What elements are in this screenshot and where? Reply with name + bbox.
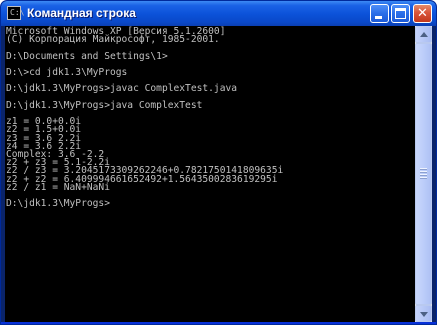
grip-line — [420, 177, 427, 179]
console-line: z2 / z1 = NaN+NaNi — [6, 181, 110, 193]
minimize-icon — [375, 16, 382, 19]
cmd-icon[interactable]: C:\ — [7, 6, 25, 20]
cmd-icon-glyph: C:\ — [10, 8, 25, 17]
minimize-button[interactable] — [370, 4, 389, 23]
console-area: Microsoft Windows XP [Версия 5.1.2600] (… — [5, 26, 432, 322]
maximize-button[interactable] — [391, 4, 410, 23]
console-output[interactable]: Microsoft Windows XP [Версия 5.1.2600] (… — [5, 26, 415, 322]
console-line: D:\Documents and Settings\1> — [6, 50, 168, 62]
console-line: (С) Корпорация Майкрософт, 1985-2001. — [6, 34, 220, 46]
grip-line — [420, 171, 427, 173]
scroll-up-button[interactable] — [415, 26, 432, 43]
scroll-up-arrow-icon — [420, 32, 428, 37]
command-prompt-window: C:\ Командная строка ✕ Microsoft Windows… — [0, 0, 437, 325]
console-line: D:\jdk1.3\MyProgs>java ComplexTest — [6, 99, 203, 111]
console-line: D:\>cd jdk1.3\MyProgs — [6, 67, 128, 79]
console-text: Microsoft Windows XP [Версия 5.1.2600] (… — [5, 26, 415, 210]
title-bar[interactable]: C:\ Командная строка ✕ — [1, 1, 436, 26]
grip-line — [420, 168, 427, 170]
close-button[interactable]: ✕ — [413, 4, 432, 23]
grip-line — [420, 174, 427, 176]
maximize-icon — [395, 8, 406, 19]
scroll-down-button[interactable] — [415, 305, 432, 322]
window-title: Командная строка — [27, 6, 136, 20]
scroll-down-arrow-icon — [420, 312, 428, 317]
close-icon: ✕ — [417, 6, 428, 21]
scroll-thumb[interactable] — [415, 43, 432, 305]
console-line: D:\jdk1.3\MyProgs>javac ComplexTest.java — [6, 83, 238, 95]
vertical-scrollbar[interactable] — [415, 26, 432, 322]
console-line: D:\jdk1.3\MyProgs> — [6, 198, 110, 210]
